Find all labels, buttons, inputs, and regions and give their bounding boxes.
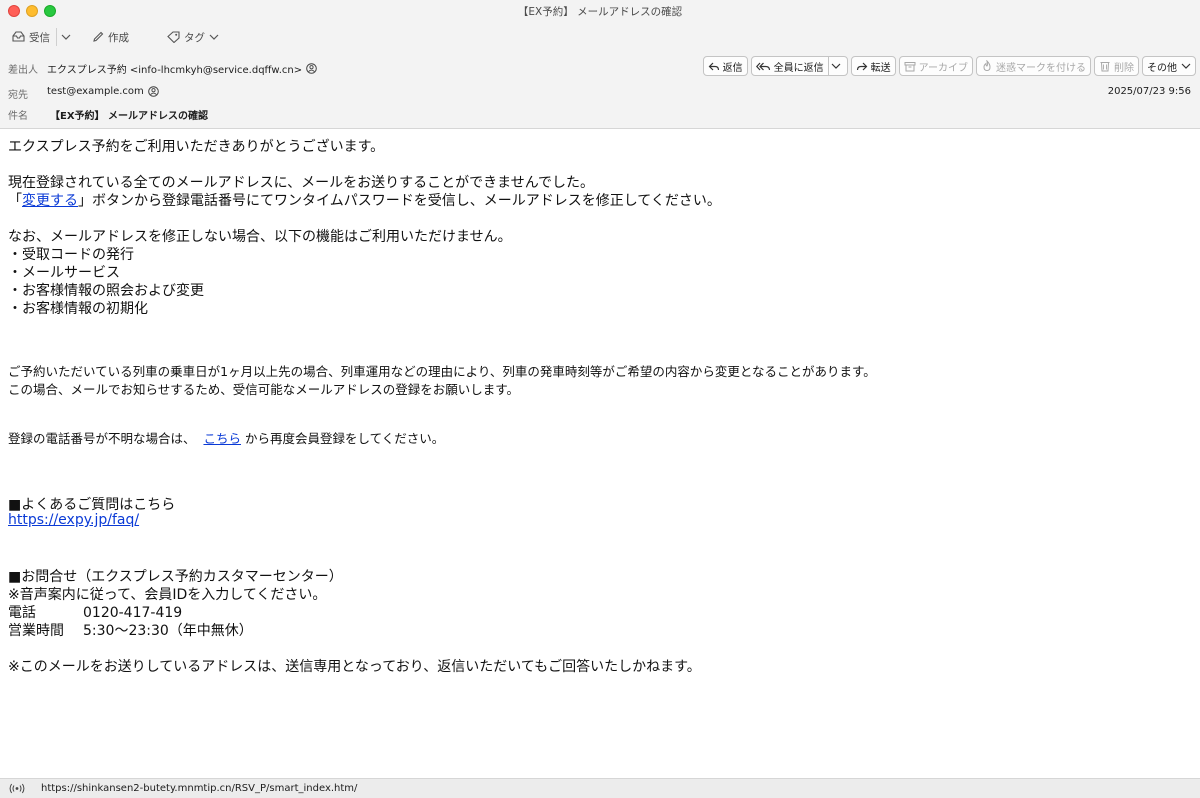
- contact-note: ※音声案内に従って、会員IDを入力してください。: [8, 587, 327, 603]
- toolbar-divider: [56, 28, 57, 46]
- delete-button[interactable]: 削除: [1094, 56, 1139, 76]
- compose-icon: [93, 31, 104, 42]
- window-title: 【EX予約】 メールアドレスの確認: [517, 6, 683, 18]
- faq-heading: ■よくあるご質問はこちら: [8, 497, 176, 513]
- notice-text: 現在登録されている全てのメールアドレスに、メールをお送りすることができませんでし…: [8, 175, 595, 191]
- reply-all-label: 全員に返信: [773, 62, 824, 74]
- compose-button[interactable]: 作成: [92, 28, 129, 46]
- title-bar: 【EX予約】 メールアドレスの確認: [0, 0, 1200, 22]
- forward-label: 転送: [870, 62, 891, 74]
- message-header: 差出人 エクスプレス予約 <info-lhcmkyh@service.dqffw…: [0, 52, 1200, 129]
- schedule-note-2: この場合、メールでお知らせするため、受信可能なメールアドレスの登録をお願いします…: [8, 382, 520, 397]
- schedule-note: ご予約いただいている列車の乗車日が1ヶ月以上先の場合、列車運用などの理由により、…: [8, 364, 876, 379]
- list-item: ・お客様情報の初期化: [8, 301, 148, 317]
- receive-label: 受信: [29, 31, 50, 44]
- hover-url: https://shinkansen2-butety.mnmtip.cn/RSV…: [41, 783, 358, 794]
- hours-label: 営業時間: [8, 623, 64, 639]
- footer-note: ※このメールをお送りしているアドレスは、送信専用となっており、返信いただいてもご…: [8, 659, 701, 675]
- reply-all-button[interactable]: 全員に返信: [750, 56, 848, 76]
- hours-row: 営業時間 5:30〜23:30（年中無休）: [8, 620, 253, 640]
- chevron-down-icon: [831, 63, 841, 69]
- contact-icon: [147, 86, 159, 97]
- here-link[interactable]: こちら: [203, 431, 241, 446]
- phone-unknown-text: 登録の電話番号が不明な場合は、 こちら から再度会員登録をしてください。: [8, 428, 444, 447]
- junk-icon: [983, 60, 991, 72]
- toolbar: 受信 作成 タグ: [0, 22, 1200, 52]
- phone-value: 0120-417-419: [83, 605, 183, 621]
- receive-options-button[interactable]: [61, 28, 75, 46]
- delete-label: 削除: [1114, 62, 1134, 74]
- list-item: ・受取コードの発行: [8, 247, 134, 263]
- compose-label: 作成: [108, 31, 129, 44]
- from-value: エクスプレス予約 <info-lhcmkyh@service.dqffw.cn>: [47, 65, 303, 76]
- change-instruction: 「変更する」ボタンから登録電話番号にてワンタイムパスワードを受信し、メールアドレ…: [8, 190, 721, 210]
- link-hover-icon: [9, 783, 25, 794]
- subject-label: 件名: [8, 111, 28, 122]
- hours-value: 5:30〜23:30（年中無休）: [83, 623, 253, 639]
- faq-link[interactable]: https://expy.jp/faq/: [8, 512, 139, 528]
- chevron-down-icon: [61, 34, 71, 40]
- list-item: ・メールサービス: [8, 265, 120, 281]
- to-field[interactable]: test@example.com: [47, 86, 159, 97]
- contact-heading: ■お問合せ（エクスプレス予約カスタマーセンター）: [8, 569, 343, 585]
- receive-button[interactable]: 受信: [12, 28, 50, 46]
- reply-button[interactable]: 返信: [702, 56, 748, 76]
- from-field[interactable]: エクスプレス予約 <info-lhcmkyh@service.dqffw.cn>: [47, 61, 317, 76]
- subject-value: 【EX予約】 メールアドレスの確認: [50, 111, 209, 122]
- change-instruction-text: 」ボタンから登録電話番号にてワンタイムパスワードを受信し、メールアドレスを修正し…: [78, 193, 721, 209]
- mail-window: 【EX予約】 メールアドレスの確認 受信 作成 タグ 差出人 エクスプレス予約 …: [0, 0, 1200, 798]
- trash-icon: [1100, 62, 1110, 72]
- reply-label: 返信: [722, 62, 743, 74]
- message-actions: 返信 全員に返信 転送 アーカイブ 迷惑マークを付ける 削除 その他: [700, 56, 1196, 76]
- junk-button[interactable]: 迷惑マークを付ける: [976, 56, 1091, 76]
- phone-unknown-post: から再度会員登録をしてください。: [244, 431, 445, 446]
- chevron-down-icon: [1181, 63, 1191, 69]
- faq-link-line: https://expy.jp/faq/: [8, 512, 139, 528]
- phone-unknown-pre: 登録の電話番号が不明な場合は、: [8, 431, 196, 446]
- contact-icon: [306, 63, 317, 74]
- forward-icon: [856, 62, 867, 70]
- phone-row: 電話 0120-417-419: [8, 602, 182, 622]
- forward-button[interactable]: 転送: [850, 56, 896, 76]
- more-label: その他: [1147, 62, 1177, 74]
- list-item: ・お客様情報の照会および変更: [8, 283, 204, 299]
- to-label: 宛先: [8, 90, 28, 101]
- phone-label: 電話: [8, 605, 36, 621]
- archive-label: アーカイブ: [918, 62, 968, 74]
- greeting-text: エクスプレス予約をご利用いただきありがとうございます。: [8, 139, 385, 155]
- chevron-down-icon: [209, 34, 219, 40]
- reply-icon: [708, 62, 719, 70]
- change-link[interactable]: 変更する: [22, 193, 78, 209]
- receive-icon: [12, 31, 25, 42]
- from-label: 差出人: [8, 65, 38, 76]
- more-button[interactable]: その他: [1142, 56, 1196, 76]
- tag-label: タグ: [184, 31, 205, 44]
- reply-all-icon: [755, 62, 770, 70]
- reply-all-options-button[interactable]: [829, 57, 847, 75]
- tag-icon: [167, 31, 180, 43]
- archive-button[interactable]: アーカイブ: [898, 56, 973, 76]
- junk-label: 迷惑マークを付ける: [996, 62, 1086, 74]
- status-bar: https://shinkansen2-butety.mnmtip.cn/RSV…: [0, 778, 1200, 798]
- restriction-text: なお、メールアドレスを修正しない場合、以下の機能はご利用いただけません。: [8, 229, 512, 245]
- to-value: test@example.com: [47, 86, 144, 97]
- message-date: 2025/07/23 9:56: [1107, 86, 1191, 97]
- change-bracket-open: 「: [8, 193, 22, 209]
- tag-button[interactable]: タグ: [167, 28, 223, 46]
- archive-icon: [904, 61, 916, 71]
